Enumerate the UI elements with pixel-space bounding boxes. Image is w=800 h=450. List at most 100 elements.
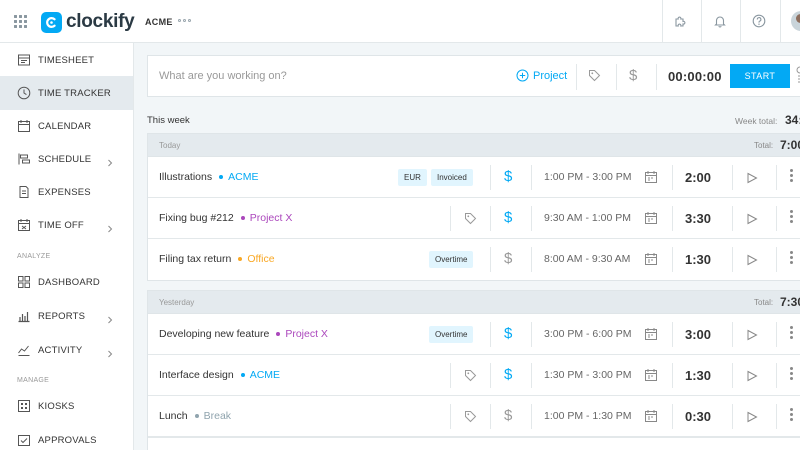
entry-project[interactable]: Office	[247, 253, 274, 265]
sidebar-item-dashboard[interactable]: DASHBOARD	[0, 265, 133, 299]
entry-duration[interactable]: 1:30	[685, 368, 711, 383]
divider	[776, 247, 777, 272]
entry-time-range[interactable]: 3:00 PM - 6:00 PM	[544, 328, 632, 340]
sidebar-item-label: ACTIVITY	[38, 344, 83, 356]
sidebar-item-calendar[interactable]: CALENDAR	[0, 109, 133, 143]
project-picker[interactable]: Project	[516, 69, 567, 82]
entry-time-range[interactable]: 1:00 PM - 3:00 PM	[544, 171, 632, 183]
entry-duration[interactable]: 0:30	[685, 409, 711, 424]
billable-dollar-icon[interactable]: $	[504, 168, 512, 185]
billable-dollar-icon[interactable]: $	[504, 325, 512, 342]
sidebar-item-label: TIME OFF	[38, 219, 84, 231]
sidebar-item-label: KIOSKS	[38, 400, 75, 412]
sidebar-item-time-tracker[interactable]: TIME TRACKER	[0, 76, 133, 110]
entry-description-text: Filing tax return	[159, 253, 232, 265]
non-billable-dollar-icon[interactable]: $	[504, 407, 512, 424]
divider	[732, 363, 733, 388]
entry-time-range[interactable]: 1:30 PM - 3:00 PM	[544, 369, 632, 381]
calendar-icon[interactable]	[644, 327, 658, 346]
sidebar-item-activity[interactable]: ACTIVITY	[0, 333, 133, 367]
help-icon[interactable]	[750, 12, 768, 30]
sidebar-item-timesheet[interactable]: TIMESHEET	[0, 43, 133, 77]
entry-duration[interactable]: 2:00	[685, 170, 711, 185]
user-avatar[interactable]	[791, 11, 800, 31]
entry-time-range[interactable]: 8:00 AM - 9:30 AM	[544, 253, 630, 265]
tag-icon[interactable]	[588, 69, 601, 87]
time-entry-row[interactable]: Lunch Break $ 1:00 PM - 1:30 PM 0:30	[148, 396, 800, 437]
entry-description[interactable]: Developing new feature Project X	[159, 328, 328, 340]
more-options-icon[interactable]	[790, 210, 793, 223]
more-options-icon[interactable]	[790, 367, 793, 380]
bell-icon[interactable]	[711, 12, 729, 30]
play-icon[interactable]	[746, 369, 758, 387]
logo-text: clockify	[66, 11, 135, 32]
workspace-menu-icon[interactable]	[178, 19, 191, 22]
tag-icon[interactable]	[464, 410, 477, 428]
time-entry-row[interactable]: Illustrations ACME EUR Invoiced $ 1:00 P…	[148, 157, 800, 198]
kiosk-icon	[17, 399, 31, 413]
entry-duration[interactable]: 3:00	[685, 327, 711, 342]
divider	[732, 247, 733, 272]
play-icon[interactable]	[746, 212, 758, 230]
entry-time-range[interactable]: 9:30 AM - 1:00 PM	[544, 212, 631, 224]
billable-dollar-icon[interactable]: $	[504, 209, 512, 226]
logo[interactable]: clockify	[41, 11, 135, 33]
more-options-icon[interactable]	[790, 169, 793, 182]
calendar-icon[interactable]	[644, 252, 658, 271]
play-icon[interactable]	[746, 253, 758, 271]
entry-duration[interactable]: 3:30	[685, 211, 711, 226]
time-entry-row[interactable]: Fixing bug #212 Project X $ 9:30 AM - 1:…	[148, 198, 800, 239]
calendar-icon[interactable]	[644, 409, 658, 428]
calendar-icon[interactable]	[644, 368, 658, 387]
entry-description-text: Fixing bug #212	[159, 212, 234, 224]
description-input[interactable]	[159, 70, 459, 82]
non-billable-dollar-icon[interactable]: $	[504, 250, 512, 267]
divider	[672, 363, 673, 388]
divider	[490, 247, 491, 272]
sidebar-item-schedule[interactable]: SCHEDULE	[0, 142, 133, 176]
entry-description[interactable]: Filing tax return Office	[159, 253, 275, 265]
billable-dollar-icon[interactable]: $	[504, 366, 512, 383]
more-options-icon[interactable]	[790, 408, 793, 421]
tag-icon[interactable]	[464, 212, 477, 230]
entry-duration[interactable]: 1:30	[685, 252, 711, 267]
play-icon[interactable]	[746, 410, 758, 428]
calendar-icon[interactable]	[644, 170, 658, 189]
puzzle-icon[interactable]	[672, 12, 690, 30]
day-total-label: Total:	[754, 298, 774, 307]
sidebar-item-kiosks[interactable]: KIOSKS	[0, 389, 133, 423]
entry-project[interactable]: ACME	[228, 171, 258, 183]
sidebar-item-time-off[interactable]: TIME OFF	[0, 208, 133, 242]
entry-project[interactable]: Project X	[285, 328, 328, 340]
sidebar-item-approvals[interactable]: APPROVALS	[0, 423, 133, 450]
tag-icon[interactable]	[464, 369, 477, 387]
play-icon[interactable]	[746, 171, 758, 189]
entry-time-range[interactable]: 1:00 PM - 1:30 PM	[544, 410, 632, 422]
time-entry-row[interactable]: Developing new feature Project X Overtim…	[148, 314, 800, 355]
entry-description[interactable]: Fixing bug #212 Project X	[159, 212, 292, 224]
more-options-icon[interactable]	[790, 251, 793, 264]
time-tracker-bar: Project $ 00:00:00 START	[147, 55, 800, 97]
start-button[interactable]: START	[730, 64, 790, 88]
divider	[450, 404, 451, 429]
time-entry-row[interactable]: Filing tax return Office Overtime $ 8:00…	[148, 239, 800, 280]
week-label: This week	[147, 115, 190, 126]
timer-mode-icon[interactable]	[796, 66, 800, 91]
workspace-name[interactable]: ACME	[145, 17, 173, 27]
play-icon[interactable]	[746, 328, 758, 346]
entry-description[interactable]: Interface design ACME	[159, 369, 280, 381]
entry-project[interactable]: ACME	[250, 369, 280, 381]
billable-dollar-icon[interactable]: $	[629, 67, 637, 84]
project-dot	[240, 373, 245, 377]
entry-project[interactable]: Project X	[250, 212, 293, 224]
more-options-icon[interactable]	[790, 326, 793, 339]
entry-project[interactable]: Break	[204, 410, 231, 422]
divider	[531, 322, 532, 347]
time-entry-row[interactable]: Interface design ACME $ 1:30 PM - 3:00 P…	[148, 355, 800, 396]
entry-description[interactable]: Lunch Break	[159, 410, 231, 422]
sidebar-item-reports[interactable]: REPORTS	[0, 299, 133, 333]
entry-description[interactable]: Illustrations ACME	[159, 171, 258, 183]
calendar-icon[interactable]	[644, 211, 658, 230]
sidebar-item-expenses[interactable]: EXPENSES	[0, 175, 133, 209]
apps-grid-icon[interactable]	[14, 15, 27, 28]
